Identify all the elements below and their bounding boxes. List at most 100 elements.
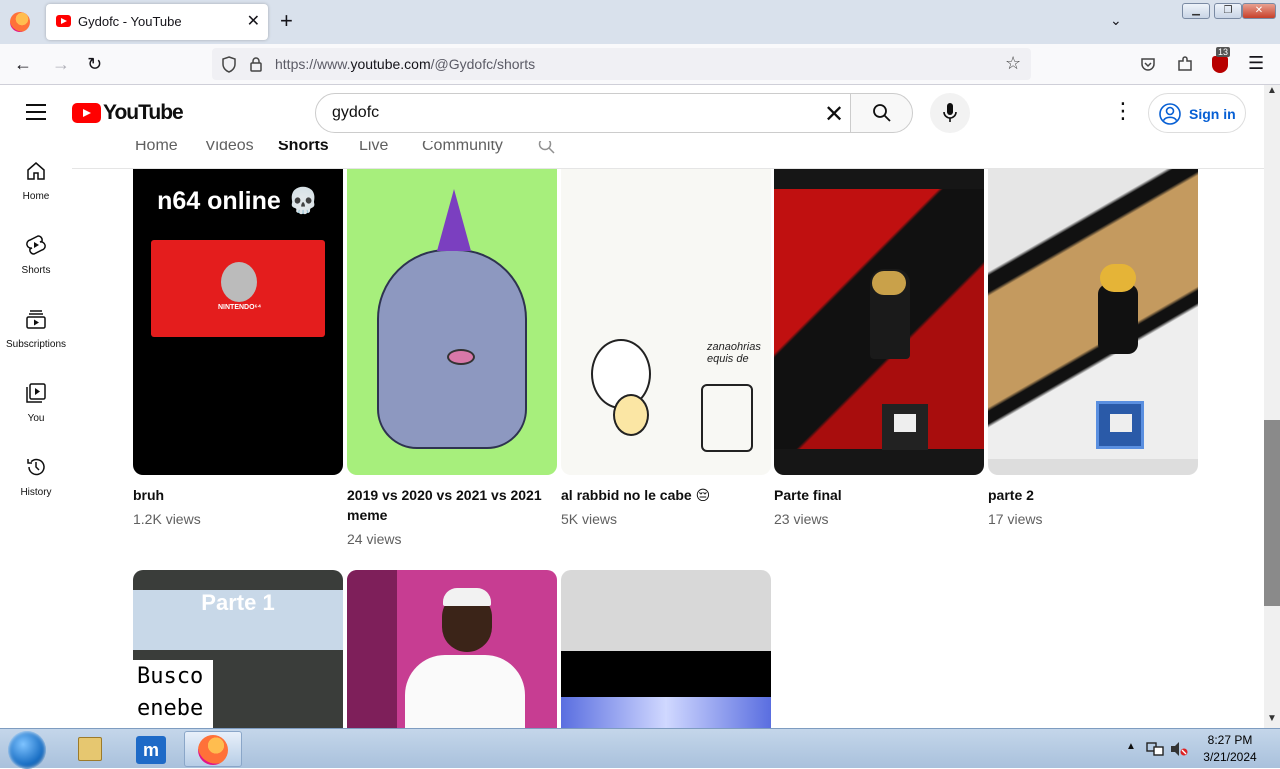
sidebar-item-history[interactable]: History [0, 437, 72, 511]
forward-icon[interactable]: → [52, 54, 70, 74]
close-tab-icon[interactable]: ✕ [247, 11, 260, 31]
menu-icon[interactable]: ☰ [1248, 53, 1264, 73]
cap [443, 588, 491, 606]
url-bar[interactable]: https://www.youtube.com/@Gydofc/shorts ☆ [212, 48, 1031, 80]
restore-icon[interactable]: ❐ [1214, 3, 1242, 19]
blue-scene [561, 697, 771, 728]
n64-controller-image: NINTENDO⁶⁴ [151, 240, 325, 337]
clock-time[interactable]: 8:27 PM [1192, 733, 1268, 747]
clear-search-icon[interactable]: ✕ [824, 100, 844, 129]
short-thumbnail[interactable] [988, 169, 1198, 475]
scrollbar-thumb[interactable] [1264, 420, 1280, 606]
box-drawing [701, 384, 753, 452]
scroll-down-icon[interactable]: ▼ [1267, 713, 1277, 724]
lock-icon[interactable] [249, 56, 263, 72]
guide-menu-icon[interactable] [26, 104, 46, 120]
clock-date[interactable]: 3/21/2024 [1192, 750, 1268, 764]
shield-icon[interactable] [221, 56, 237, 73]
sidebar-item-you[interactable]: You [0, 363, 72, 437]
page-scrollbar[interactable]: ▲ ▼ [1264, 85, 1280, 728]
short-title[interactable]: Parte final [774, 485, 979, 505]
game-scene [988, 169, 1198, 459]
list-tabs-chevron-icon[interactable]: ⌄ [1110, 12, 1122, 29]
reload-icon[interactable]: ↻ [87, 54, 102, 74]
black-band [561, 651, 771, 697]
tab-shorts[interactable]: Shorts [278, 141, 329, 155]
short-title[interactable]: parte 2 [988, 485, 1193, 505]
short-thumbnail[interactable]: zanaohrias equis de [561, 169, 771, 475]
sign-in-button[interactable]: Sign in [1148, 93, 1246, 133]
file-explorer-taskbar-button[interactable] [60, 731, 118, 767]
bookmark-star-icon[interactable]: ☆ [1005, 53, 1021, 74]
short-thumbnail[interactable]: n64 online 💀 NINTENDO⁶⁴ [133, 169, 343, 475]
back-icon[interactable]: ← [14, 54, 32, 74]
short-thumbnail[interactable] [347, 570, 557, 728]
sign-slot [1096, 401, 1144, 449]
voice-search-button[interactable] [930, 93, 970, 133]
pocket-icon[interactable] [1140, 56, 1156, 72]
url-text[interactable]: https://www.youtube.com/@Gydofc/shorts [275, 56, 535, 72]
hamster-illustration [377, 249, 527, 449]
browser-nav-bar: ← → ↻ https://www.youtube.com/@Gydofc/sh… [0, 44, 1280, 85]
scroll-up-icon[interactable]: ▲ [1267, 85, 1277, 96]
minimize-icon[interactable]: ▁ [1182, 3, 1210, 19]
youtube-masthead: YouTube ✕ ⋮ Sign in [0, 85, 1268, 141]
short-thumbnail[interactable] [774, 169, 984, 475]
new-tab-icon[interactable]: + [280, 9, 293, 33]
extension-badge: 13 [1216, 47, 1231, 57]
channel-search-icon[interactable] [538, 141, 556, 155]
youtube-favicon-icon [56, 15, 71, 27]
party-hat [437, 189, 471, 251]
youtube-logo-text[interactable]: YouTube [103, 101, 184, 125]
volume-muted-icon[interactable] [1170, 741, 1188, 757]
short-thumbnail[interactable] [347, 169, 557, 475]
sidebar-item-subscriptions[interactable]: Subscriptions [0, 289, 72, 363]
settings-kebab-icon[interactable]: ⋮ [1112, 100, 1134, 122]
sign-slot [882, 404, 928, 450]
short-title[interactable]: 2019 vs 2020 vs 2021 vs 2021 meme [347, 485, 552, 525]
search-box[interactable]: ✕ [315, 93, 851, 133]
tab-community[interactable]: Community [422, 141, 503, 155]
close-window-icon[interactable]: ✕ [1242, 3, 1276, 19]
tab-videos[interactable]: Videos [205, 141, 254, 155]
short-views: 17 views [988, 511, 1043, 527]
browser-tab[interactable]: Gydofc - YouTube ✕ [46, 4, 268, 40]
search-button[interactable] [850, 93, 913, 133]
pig-belly [613, 394, 649, 436]
tab-live[interactable]: Live [359, 141, 388, 155]
shirt [405, 655, 525, 728]
short-thumbnail[interactable]: Parte 1 Busco enebe [133, 570, 343, 728]
extensions-icon[interactable] [1176, 55, 1194, 73]
tab-home[interactable]: Home [135, 141, 178, 155]
search-input[interactable] [332, 104, 802, 122]
tray-expand-icon[interactable]: ▲ [1126, 741, 1136, 752]
sidebar-item-label: Home [22, 191, 50, 202]
avatar-hair [872, 271, 906, 295]
short-title[interactable]: al rabbid no le cabe 😔 [561, 485, 766, 505]
short-title[interactable]: bruh [133, 485, 338, 505]
tab-title: Gydofc - YouTube [78, 14, 182, 29]
sign-in-label: Sign in [1189, 106, 1236, 122]
network-icon[interactable] [1146, 741, 1164, 757]
search-icon [873, 104, 891, 122]
you-icon [26, 383, 46, 403]
start-button-icon[interactable] [8, 731, 46, 769]
channel-tabs: Home Videos Shorts Live Community [72, 141, 1268, 169]
shorts-icon [26, 235, 46, 255]
short-thumbnail[interactable] [561, 570, 771, 728]
sidebar-item-shorts[interactable]: Shorts [0, 215, 72, 289]
sidebar-item-label: Subscriptions [5, 339, 67, 350]
sidebar-item-home[interactable]: Home [0, 141, 72, 215]
sidebar-item-label: You [27, 413, 45, 424]
thumbnail-text: n64 online 💀 [157, 187, 319, 215]
ublock-icon[interactable]: 13 [1212, 47, 1231, 73]
youtube-logo-icon[interactable] [72, 103, 101, 123]
avatar-figure [1098, 284, 1138, 354]
nose [447, 349, 475, 365]
maxthon-taskbar-button[interactable]: m [122, 731, 180, 767]
short-views: 1.2K views [133, 511, 201, 527]
firefox-icon[interactable] [10, 12, 30, 32]
firefox-taskbar-button[interactable] [184, 731, 242, 767]
sidebar-item-label: Shorts [21, 265, 51, 276]
folder-icon [78, 737, 102, 761]
